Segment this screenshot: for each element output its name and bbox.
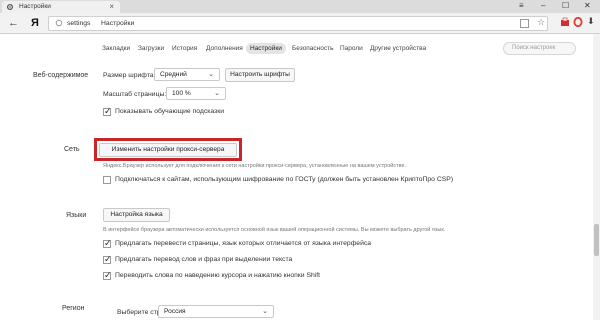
nav-passwords[interactable]: Пароли: [336, 43, 367, 54]
translate-selection-label: Предлагать перевод слов и фраз при выдел…: [115, 256, 293, 263]
country-select[interactable]: Россия ⌄: [158, 305, 274, 318]
nav-bookmarks[interactable]: Закладки: [98, 43, 134, 54]
gear-icon: [6, 3, 14, 11]
translate-hover-checkbox[interactable]: ✓: [103, 270, 112, 280]
country-value: Россия: [164, 308, 186, 315]
nav-other-devices[interactable]: Другие устройства: [366, 43, 430, 54]
translate-pages-label: Предлагать перевести страницы, язык кото…: [115, 240, 372, 247]
page-icon[interactable]: [520, 19, 529, 28]
tab-close-icon[interactable]: ×: [109, 2, 114, 11]
settings-search-input[interactable]: Поиск настроек: [503, 42, 576, 55]
show-tips-checkbox[interactable]: ✓: [103, 106, 112, 116]
security-icon: [55, 19, 63, 27]
font-size-label: Размер шрифта:: [103, 72, 156, 79]
configure-fonts-button[interactable]: Настроить шрифты: [225, 68, 295, 82]
scrollbar-track[interactable]: [593, 34, 600, 320]
section-network-label: Сеть: [64, 146, 80, 153]
section-web-content-label: Веб-содержимое: [33, 72, 89, 79]
checkmark-icon: ✓: [104, 270, 112, 280]
page-zoom-value: 100 %: [172, 90, 191, 97]
checkmark-icon: ✓: [104, 106, 112, 116]
browser-tab[interactable]: Настройки ×: [2, 1, 120, 13]
gost-label: Подключаться к сайтам, использующим шифр…: [115, 176, 454, 183]
menu-icon[interactable]: ≡: [519, 1, 524, 10]
nav-history[interactable]: История: [168, 43, 201, 54]
language-note: В интерфейсе браузера автоматически испо…: [103, 227, 446, 233]
downloads-icon[interactable]: ⬇: [587, 16, 595, 27]
tab-title: Настройки: [19, 3, 51, 10]
checkmark-icon: ✓: [104, 254, 112, 264]
page-zoom-label: Масштаб страницы:: [103, 91, 167, 98]
proxy-note: Яндекс.Браузер использует для подключени…: [103, 163, 407, 169]
font-size-value: Средний: [160, 71, 187, 78]
font-size-select[interactable]: Средний ⌄: [154, 68, 220, 81]
yandex-logo[interactable]: Я: [31, 17, 39, 29]
search-placeholder: Поиск настроек: [512, 45, 556, 51]
address-bar[interactable]: settings Настройки ☆: [48, 16, 548, 31]
back-arrow-icon[interactable]: ←: [8, 17, 19, 29]
gost-checkbox[interactable]: [103, 176, 111, 184]
proxy-settings-button[interactable]: Изменить настройки прокси-сервера: [99, 143, 237, 157]
translate-hover-label: Переводить слова по наведению курсора и …: [115, 272, 321, 279]
scrollbar-thumb[interactable]: [594, 224, 599, 256]
translate-selection-checkbox[interactable]: ✓: [103, 254, 112, 264]
title-bar: Настройки × ≡ – ☐ ✕: [0, 0, 600, 13]
translate-pages-checkbox[interactable]: ✓: [103, 238, 112, 248]
chevron-down-icon: ⌄: [214, 90, 220, 97]
url-text[interactable]: settings: [67, 20, 90, 27]
extension-icon[interactable]: [560, 17, 570, 27]
close-window-icon[interactable]: ✕: [584, 1, 591, 10]
star-icon[interactable]: ☆: [537, 17, 545, 28]
checkmark-icon: ✓: [104, 238, 112, 248]
address-toolbar: ← Я settings Настройки ☆ ⬇: [0, 13, 600, 34]
section-region-label: Регион: [62, 305, 85, 312]
chevron-down-icon: ⌄: [262, 308, 268, 315]
section-languages-label: Языки: [66, 212, 87, 219]
minimize-icon[interactable]: –: [541, 1, 545, 10]
language-settings-button[interactable]: Настройка языка: [103, 208, 170, 222]
opera-icon[interactable]: [573, 17, 583, 27]
url-page-title: Настройки: [101, 20, 135, 27]
nav-downloads[interactable]: Загрузки: [134, 43, 168, 54]
page-zoom-select[interactable]: 100 % ⌄: [166, 87, 226, 100]
nav-extensions[interactable]: Дополнения: [202, 43, 247, 54]
nav-security[interactable]: Безопасность: [288, 43, 337, 54]
chevron-down-icon: ⌄: [208, 71, 214, 78]
maximize-icon[interactable]: ☐: [562, 1, 569, 10]
show-tips-label: Показывать обучающие подсказки: [115, 108, 224, 115]
nav-settings[interactable]: Настройки: [246, 43, 286, 54]
